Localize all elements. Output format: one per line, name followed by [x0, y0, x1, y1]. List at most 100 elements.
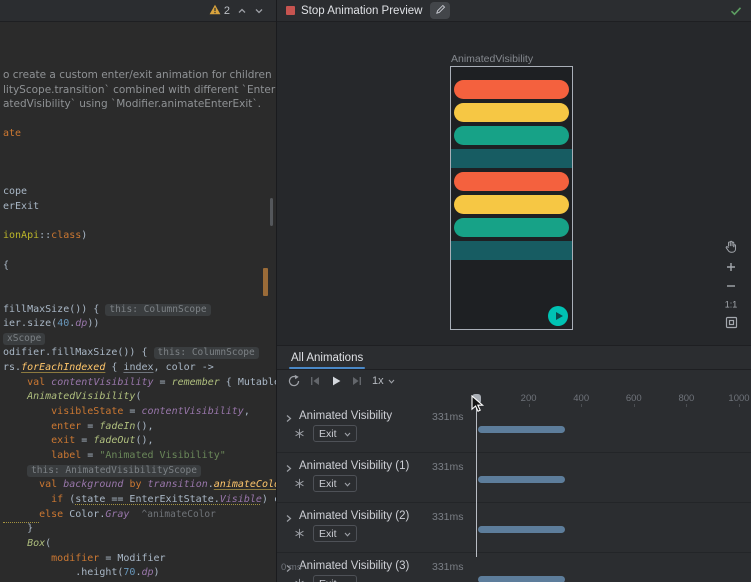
row-expand-chevron-icon[interactable]	[284, 512, 293, 526]
code-line: if (state == EnterExitState.Visible) col…	[3, 493, 276, 508]
zoom-in-icon[interactable]	[725, 261, 737, 273]
editor-scrollbar[interactable]	[270, 198, 273, 226]
animation-title: Animated Visibility	[299, 410, 392, 422]
zoom-controls: 1:1	[723, 240, 739, 329]
tab-all-animations[interactable]: All Animations	[281, 346, 373, 369]
freeze-icon[interactable]	[294, 478, 305, 492]
freeze-icon[interactable]	[294, 578, 305, 582]
state-dropdown[interactable]: Exit	[313, 475, 357, 492]
stop-label: Stop Animation Preview	[301, 5, 422, 17]
inlay-hint: ^animateColor	[142, 509, 216, 520]
code-line: ier.size(40.dp))	[3, 317, 276, 332]
code-line: visibleState = contentVisibility,	[3, 405, 276, 420]
scrollbar-warning-stripe[interactable]	[263, 268, 268, 296]
code-line: fillMaxSize()) { this: ColumnScope	[3, 303, 276, 318]
edit-button[interactable]	[430, 2, 450, 19]
stop-icon	[286, 6, 295, 15]
code-line	[3, 288, 276, 303]
prev-highlight-button[interactable]	[237, 7, 247, 15]
preview-pill-bar	[454, 103, 569, 122]
warning-icon	[209, 4, 221, 18]
editor-inspections-bar: 2	[0, 0, 276, 22]
freeze-icon[interactable]	[294, 528, 305, 542]
code-line: atedVisibility` using `Modifier.animateE…	[3, 97, 276, 112]
code-line	[3, 171, 276, 186]
animation-duration: 331ms	[432, 411, 464, 423]
zoom-actual-size-icon[interactable]: 1:1	[723, 299, 739, 309]
code-line: lityScope.transition` combined with diff…	[3, 83, 276, 98]
composable-label: AnimatedVisibility	[451, 53, 533, 65]
fab-button	[548, 306, 568, 326]
animation-title: Animated Visibility (2)	[299, 510, 409, 522]
animation-row: Animated Visibility (3)331msExit	[277, 553, 751, 582]
inlay-hint: xScope	[3, 333, 45, 345]
svg-text:1:1: 1:1	[725, 300, 738, 310]
animation-title: Animated Visibility (1)	[299, 460, 409, 472]
code-line: cope	[3, 185, 276, 200]
zoom-out-icon[interactable]	[725, 280, 737, 292]
zoom-to-fit-icon[interactable]	[725, 316, 738, 329]
state-dropdown[interactable]: Exit	[313, 425, 357, 442]
timeline-footer-label: 0 ms	[281, 562, 302, 573]
code-line	[3, 141, 276, 156]
animation-title: Animated Visibility (3)	[299, 560, 409, 572]
code-line: rs.forEachIndexed { index, color ->	[3, 361, 276, 376]
code-line: {	[3, 259, 276, 274]
preview-pill-bar	[454, 80, 569, 99]
replay-icon[interactable]	[286, 374, 301, 389]
playback-buttons	[286, 374, 364, 389]
code-line: modifier = Modifier	[3, 552, 276, 567]
inlay-hint: this: ColumnScope	[105, 304, 210, 316]
state-dropdown-label: Exit	[319, 528, 337, 540]
timeline-area[interactable]: 2004006008001000 Animated Visibility331m…	[277, 392, 751, 582]
preview-pill-bar	[454, 126, 569, 145]
animations-panel: All Animations 1x 2004006008001000 Anima…	[277, 345, 751, 582]
play-icon[interactable]	[328, 374, 343, 389]
state-dropdown-label: Exit	[319, 428, 337, 440]
inlay-hint: this: ColumnScope	[154, 347, 259, 359]
code-line: odifier.fillMaxSize()) { this: ColumnSco…	[3, 346, 276, 361]
dropdown-arrow-icon	[344, 528, 351, 540]
animation-timeline-bar	[478, 426, 565, 433]
animation-timeline-bar	[478, 476, 565, 483]
code-line: Box(	[3, 537, 276, 552]
preview-surface[interactable]: AnimatedVisibility 1:1	[277, 22, 751, 345]
code-area[interactable]: o create a custom enter/exit animation f…	[0, 22, 276, 582]
state-dropdown[interactable]: Exit	[313, 525, 357, 542]
inspections-ok-icon[interactable]	[730, 6, 742, 16]
code-line: AnimatedVisibility(	[3, 390, 276, 405]
tab-label: All Animations	[291, 352, 363, 364]
warning-count: 2	[224, 5, 230, 17]
speed-select[interactable]: 1x	[372, 375, 395, 387]
inlay-hint: this: AnimatedVisibilityScope	[27, 465, 201, 477]
preview-pill-bar	[454, 218, 569, 237]
freeze-icon[interactable]	[294, 428, 305, 442]
animation-row: Animated Visibility (1)331msExit	[277, 453, 751, 503]
skip-to-start-icon[interactable]	[307, 374, 322, 389]
animation-preview-pane: Stop Animation Preview AnimatedVisibilit…	[277, 0, 751, 582]
code-line: val background by transition.animateColo…	[3, 478, 276, 493]
code-line: this: AnimatedVisibilityScope	[3, 464, 276, 479]
next-highlight-button[interactable]	[254, 7, 264, 15]
preview-pill-bar	[454, 195, 569, 214]
code-line: exit = fadeOut(),	[3, 434, 276, 449]
animations-tabbar: All Animations	[277, 346, 751, 370]
stop-animation-preview-button[interactable]: Stop Animation Preview	[286, 5, 422, 17]
skip-to-end-icon[interactable]	[349, 374, 364, 389]
preview-band-bar	[451, 149, 572, 168]
row-expand-chevron-icon[interactable]	[284, 462, 293, 476]
inspections-widget[interactable]: 2	[209, 4, 230, 18]
pan-icon[interactable]	[724, 240, 738, 254]
playhead-line	[476, 403, 477, 557]
code-line: .height(70.dp)	[3, 566, 276, 581]
row-expand-chevron-icon[interactable]	[284, 412, 293, 426]
animation-timeline-bar	[478, 576, 565, 582]
code-line	[3, 156, 276, 171]
code-line: xScope	[3, 332, 276, 347]
playhead-handle[interactable]	[472, 394, 481, 404]
dropdown-arrow-icon	[344, 578, 351, 582]
code-line: ate	[3, 127, 276, 142]
state-dropdown[interactable]: Exit	[313, 575, 357, 582]
code-line: }	[3, 522, 276, 537]
code-line: erExit	[3, 200, 276, 215]
